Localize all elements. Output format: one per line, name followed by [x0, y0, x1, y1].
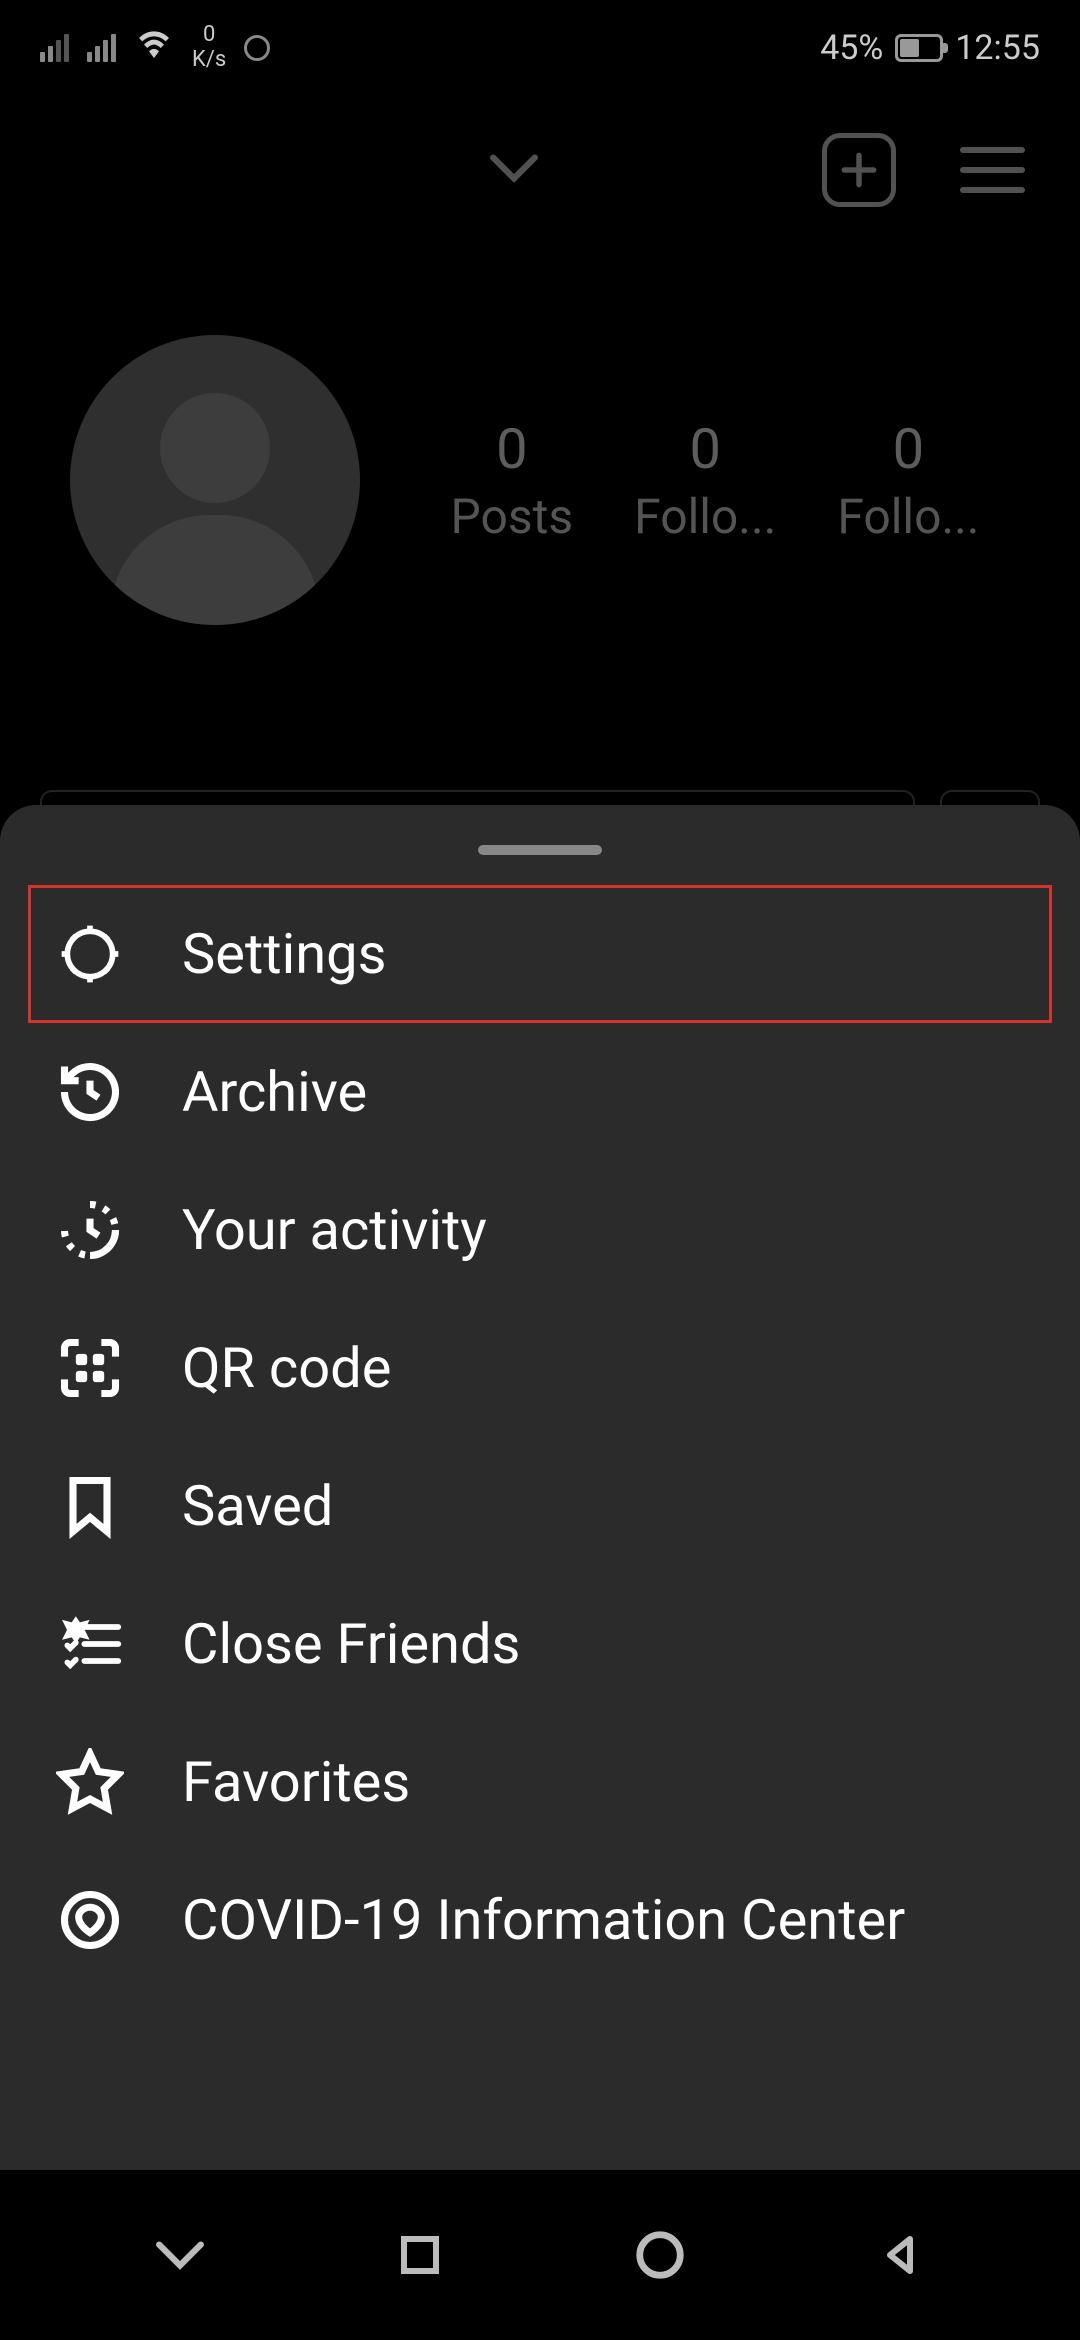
menu-label: Your activity	[182, 1197, 487, 1263]
menu-item-settings[interactable]: Settings	[28, 885, 1052, 1023]
battery-percentage: 45%	[820, 28, 883, 68]
menu-list: Settings Archive Your activity QR code S	[0, 885, 1080, 1989]
menu-item-covid[interactable]: COVID-19 Information Center	[28, 1851, 1052, 1989]
nav-back-button[interactable]	[865, 2220, 935, 2290]
close-friends-icon	[56, 1610, 124, 1678]
gear-icon	[56, 920, 124, 988]
profile-stats: 0 Posts 0 Follo... 0 Follo...	[420, 416, 1010, 545]
menu-label: Archive	[182, 1059, 367, 1125]
plus-icon	[837, 148, 881, 192]
signal-1-icon	[40, 34, 69, 62]
wifi-icon	[134, 23, 174, 72]
status-circle-icon	[244, 35, 270, 61]
profile-section: 0 Posts 0 Follo... 0 Follo...	[0, 335, 1080, 625]
signal-2-icon	[87, 34, 116, 62]
menu-button[interactable]	[960, 147, 1025, 193]
avatar[interactable]	[70, 335, 360, 625]
clock: 12:55	[955, 28, 1040, 68]
menu-item-close-friends[interactable]: Close Friends	[28, 1575, 1052, 1713]
menu-item-activity[interactable]: Your activity	[28, 1161, 1052, 1299]
network-speed: 0 K/s	[192, 23, 226, 71]
stat-posts[interactable]: 0 Posts	[451, 416, 574, 545]
chevron-down-icon	[489, 153, 539, 183]
app-header	[0, 95, 1080, 245]
status-right: 45% 12:55	[820, 28, 1040, 68]
activity-icon	[56, 1196, 124, 1264]
create-post-button[interactable]	[822, 133, 896, 207]
nav-collapse-button[interactable]	[145, 2220, 215, 2290]
status-bar: 0 K/s 45% 12:55	[0, 0, 1080, 95]
username-dropdown[interactable]	[489, 153, 539, 187]
qr-icon	[56, 1334, 124, 1402]
battery-icon	[895, 34, 943, 62]
status-left: 0 K/s	[40, 23, 270, 72]
menu-label: Favorites	[182, 1749, 410, 1815]
menu-item-saved[interactable]: Saved	[28, 1437, 1052, 1575]
menu-item-archive[interactable]: Archive	[28, 1023, 1052, 1161]
star-icon	[56, 1748, 124, 1816]
history-icon	[56, 1058, 124, 1126]
covid-icon	[56, 1886, 124, 1954]
nav-home-button[interactable]	[625, 2220, 695, 2290]
options-bottom-sheet: Settings Archive Your activity QR code S	[0, 805, 1080, 2340]
menu-label: Settings	[182, 921, 386, 987]
stat-following[interactable]: 0 Follo...	[837, 416, 979, 545]
bookmark-icon	[56, 1472, 124, 1540]
sheet-handle[interactable]	[478, 845, 602, 855]
menu-label: Close Friends	[182, 1611, 520, 1677]
menu-item-qr-code[interactable]: QR code	[28, 1299, 1052, 1437]
nav-recent-button[interactable]	[385, 2220, 455, 2290]
stat-followers[interactable]: 0 Follo...	[634, 416, 776, 545]
menu-label: Saved	[182, 1473, 333, 1539]
menu-label: COVID-19 Information Center	[182, 1887, 905, 1953]
system-nav-bar	[0, 2170, 1080, 2340]
menu-label: QR code	[182, 1335, 391, 1401]
menu-item-favorites[interactable]: Favorites	[28, 1713, 1052, 1851]
